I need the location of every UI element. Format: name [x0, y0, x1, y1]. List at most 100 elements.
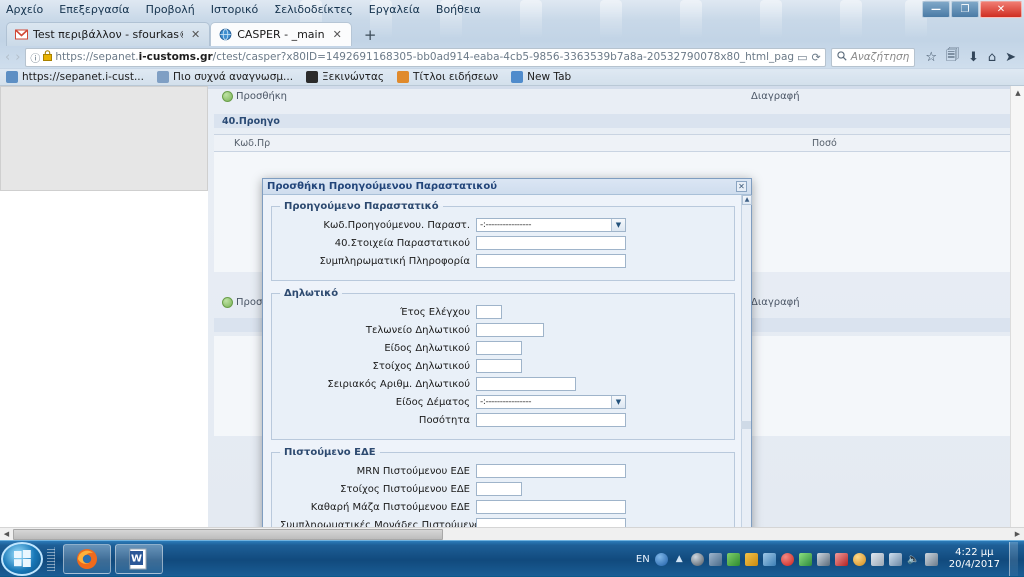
library-icon[interactable]: 🗐 [946, 46, 959, 68]
tab-close-icon[interactable]: ✕ [188, 28, 203, 41]
globe-icon [511, 71, 524, 83]
app-icon-4[interactable] [852, 552, 866, 566]
control-year-input[interactable] [476, 305, 502, 319]
forward-icon[interactable]: › [15, 49, 20, 65]
disc-icon[interactable] [690, 552, 704, 566]
show-hidden-icons-icon[interactable]: ▲ [673, 553, 686, 566]
new-tab-button[interactable]: + [358, 26, 383, 46]
tab-label: Test περιβάλλον - sfourkas© [33, 28, 183, 41]
address-bar[interactable]: ⓘ https://sepanet.i-customs.gr/ctest/cas… [25, 47, 826, 67]
menu-item-file[interactable]: Αρχείο [4, 2, 45, 17]
minimize-button[interactable]: — [922, 1, 950, 18]
dialog-scroll-thumb[interactable] [741, 421, 751, 429]
help-icon[interactable] [654, 552, 668, 566]
opera-icon[interactable] [780, 552, 794, 566]
bookmark-getting-started[interactable]: Ξεκινώντας [306, 71, 384, 83]
taskbar-grip[interactable] [47, 546, 55, 571]
globe-icon [6, 71, 18, 83]
menu-item-view[interactable]: Προβολή [144, 2, 197, 17]
background-delete-button-bottom[interactable]: Διαγραφή [751, 297, 800, 308]
star-icon[interactable]: ☆ [925, 50, 937, 65]
supplementary-info-input[interactable] [476, 254, 626, 268]
background-delete-button-top[interactable]: Διαγραφή [751, 91, 800, 102]
search-bar[interactable]: Αναζήτηση [830, 47, 916, 67]
bookmark-news-headlines[interactable]: Τίτλοι ειδήσεων [397, 71, 498, 83]
field-label: Είδος Δέματος [395, 396, 470, 408]
wireless-icon[interactable] [798, 552, 812, 566]
mrn-credited-ede-input[interactable] [476, 464, 626, 478]
dialog-body: Προηγούμενο Παραστατικό Κωδ.Προηγούμενου… [263, 195, 743, 540]
manifest-line-input[interactable] [476, 359, 522, 373]
close-window-button[interactable]: ✕ [980, 1, 1022, 18]
taskbar-item-firefox[interactable] [63, 543, 111, 574]
prev-doc-code-select[interactable]: -:---------------- ▼ [476, 218, 626, 232]
chevron-down-icon[interactable]: ▼ [611, 396, 625, 408]
dialog-vertical-scrollbar[interactable]: ▲ ▼ [741, 195, 752, 540]
home-icon[interactable]: ⌂ [988, 50, 996, 65]
net-mass-credited-ede-input[interactable] [476, 500, 626, 514]
sync-icon[interactable]: ➤ [1005, 50, 1016, 65]
search-placeholder: Αναζήτηση [850, 51, 910, 63]
maximize-button[interactable]: ❐ [951, 1, 979, 18]
doc-details-input[interactable] [476, 236, 626, 250]
network-error-icon[interactable] [870, 552, 884, 566]
volume-icon[interactable]: 🔈 [907, 553, 920, 566]
taskbar-item-word[interactable]: W [115, 543, 163, 574]
app-icon-1[interactable] [708, 552, 722, 566]
page-horizontal-scrollbar[interactable]: ◀ ▶ [0, 527, 1024, 540]
menu-item-history[interactable]: Ιστορικό [209, 2, 261, 17]
scroll-right-icon[interactable]: ▶ [1011, 527, 1024, 540]
mozilla-icon [306, 71, 319, 83]
manifest-serial-number-input[interactable] [476, 377, 576, 391]
package-type-select[interactable]: -:---------------- ▼ [476, 395, 626, 409]
manifest-type-input[interactable] [476, 341, 522, 355]
svg-text:W: W [131, 553, 142, 564]
menu-item-edit[interactable]: Επεξεργασία [57, 2, 131, 17]
field-label: Στοίχος Πιστούμενου ΕΔΕ [340, 483, 470, 495]
clock-time: 4:22 μμ [955, 547, 994, 558]
app-icon-2[interactable] [762, 552, 776, 566]
identity-info-icon[interactable]: ⓘ [30, 50, 40, 65]
reload-icon[interactable]: ⟳ [811, 51, 820, 64]
antenna-icon[interactable] [816, 552, 830, 566]
menu-item-tools[interactable]: Εργαλεία [367, 2, 422, 17]
lock-icon[interactable] [744, 552, 758, 566]
tab-casper-main[interactable]: CASPER - _main ✕ [210, 22, 352, 46]
manifest-customs-office-input[interactable] [476, 323, 544, 337]
bookmark-sepanet[interactable]: https://sepanet.i-cust... [6, 71, 144, 83]
bookmark-most-visited[interactable]: Πιο συχνά αναγνωσμ... [156, 71, 293, 83]
shield-icon[interactable] [726, 552, 740, 566]
start-button[interactable] [1, 541, 43, 576]
tray-language-indicator[interactable]: EN [636, 554, 650, 565]
app-icon-3[interactable] [834, 552, 848, 566]
line-credited-ede-input[interactable] [476, 482, 522, 496]
scroll-up-icon[interactable]: ▲ [1011, 86, 1024, 99]
downloads-icon[interactable]: ⬇ [968, 50, 979, 65]
dialog-titlebar: Προσθήκη Προηγούμενου Παραστατικού ✕ [263, 179, 751, 195]
menu-item-help[interactable]: Βοήθεια [434, 2, 483, 17]
scroll-left-icon[interactable]: ◀ [0, 527, 13, 540]
tab-close-icon[interactable]: ✕ [330, 28, 345, 41]
field-label: Τελωνείο Δηλωτικού [365, 324, 470, 336]
signal-bars-icon[interactable] [888, 552, 902, 566]
hscroll-track[interactable] [13, 527, 1011, 540]
dialog-close-button[interactable]: ✕ [736, 181, 747, 192]
select-value: -:---------------- [480, 397, 532, 407]
fieldset-manifest: Δηλωτικό Έτος Ελέγχου Τελωνείο Δηλωτικού… [271, 288, 735, 440]
bookmark-new-tab[interactable]: New Tab [511, 71, 571, 83]
reader-mode-icon[interactable]: ▭ [797, 51, 807, 64]
back-icon[interactable]: ‹ [5, 49, 10, 65]
tab-test-perivallon[interactable]: Test περιβάλλον - sfourkas© ✕ [6, 22, 211, 46]
dialog-scroll-up-icon[interactable]: ▲ [742, 195, 752, 205]
hscroll-thumb[interactable] [13, 528, 443, 540]
action-center-icon[interactable] [924, 552, 938, 566]
taskbar-clock[interactable]: 4:22 μμ 20/4/2017 [943, 547, 1000, 571]
lock-icon [43, 50, 53, 64]
menu-item-bookmarks[interactable]: Σελιδοδείκτες [272, 2, 355, 17]
background-add-button-top[interactable]: Προσθήκη [222, 91, 287, 102]
page-vertical-scrollbar[interactable]: ▲ ▼ [1010, 86, 1024, 540]
field-label: Συμπληρωματική Πληροφορία [319, 255, 470, 267]
chevron-down-icon[interactable]: ▼ [611, 219, 625, 231]
quantity-input[interactable] [476, 413, 626, 427]
show-desktop-button[interactable] [1009, 542, 1018, 576]
